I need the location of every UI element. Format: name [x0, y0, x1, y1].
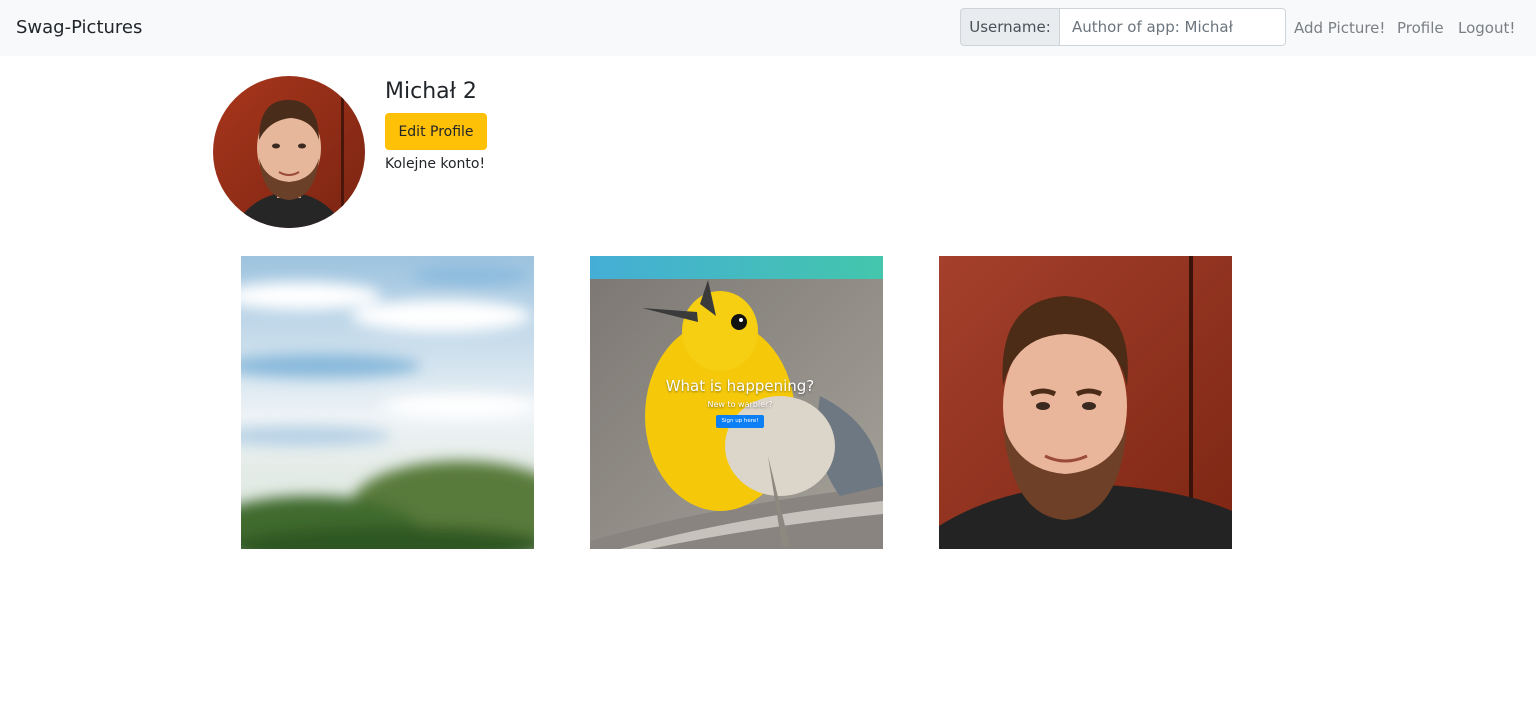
nav-profile-link[interactable]: Profile — [1397, 17, 1444, 39]
profile-avatar — [213, 76, 365, 228]
top-navbar: Swag-Pictures Username: Add Picture! Pro… — [0, 0, 1536, 56]
bird-overlay-signup-button: Sign up here! — [716, 415, 764, 428]
profile-name: Michał 2 — [385, 79, 477, 104]
bird-overlay-subtitle: New to warbler? — [707, 400, 773, 409]
bird-screenshot-overlay: What is happening? New to warbler? Sign … — [590, 256, 883, 549]
username-label: Username: — [960, 8, 1060, 46]
profile-bio: Kolejne konto! — [385, 156, 486, 172]
bird-overlay-title: What is happening? — [665, 377, 815, 395]
username-search-group: Username: — [960, 8, 1286, 46]
nav-add-picture-link[interactable]: Add Picture! — [1294, 17, 1385, 39]
gallery-image-portrait[interactable] — [939, 256, 1232, 549]
username-search-input[interactable] — [1060, 8, 1286, 46]
edit-profile-button[interactable]: Edit Profile — [385, 113, 487, 150]
gallery-image-sky[interactable] — [241, 256, 534, 549]
gallery-image-bird[interactable]: What is happening? New to warbler? Sign … — [590, 256, 883, 549]
brand-link[interactable]: Swag-Pictures — [16, 16, 142, 40]
nav-logout-link[interactable]: Logout! — [1458, 17, 1515, 39]
